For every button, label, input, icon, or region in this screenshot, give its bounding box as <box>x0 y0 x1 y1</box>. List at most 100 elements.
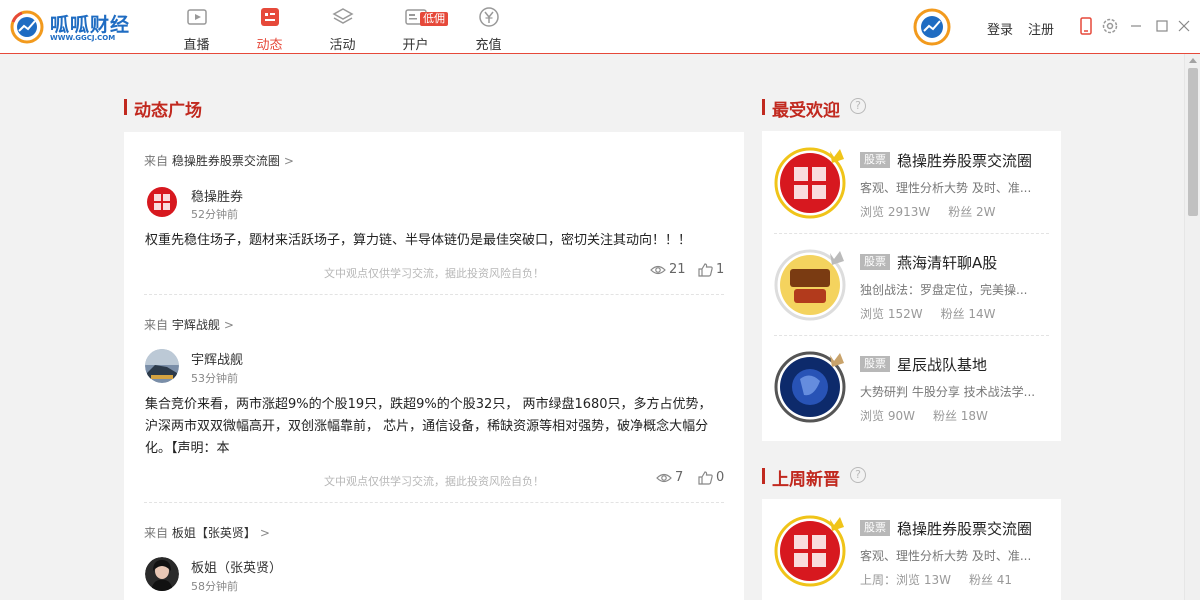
new-week-item[interactable]: 股票 稳操胜券股票交流圈 客观、理性分析大势 及时、准... 上周：浏览 13W… <box>774 499 1049 600</box>
feed-post: 来自 宇辉战舰 > 宇辉战舰 53分钟前 集合竞价来看，两市涨超9%的个股19只，… <box>144 316 724 503</box>
view-stat: 上周：浏览 13W <box>860 573 951 587</box>
group-avatar <box>774 249 846 321</box>
like-count-value: 0 <box>716 470 725 485</box>
view-count-value: 7 <box>675 470 684 485</box>
chevron-right-icon: > <box>259 526 270 540</box>
group-desc: 客观、理性分析大势 及时、准... <box>860 181 1032 195</box>
low-commission-badge: 低佣 <box>420 12 448 26</box>
eye-icon <box>650 265 666 274</box>
view-count: 21 <box>650 262 686 277</box>
avatar[interactable] <box>145 185 179 219</box>
chevron-right-icon: > <box>283 154 294 168</box>
post-text[interactable]: 集合竞价来看，两市涨超9%的个股19只，跌超9%的个股32只， 两市绿盘1680… <box>145 394 715 460</box>
post-divider <box>144 502 724 503</box>
minimize-icon[interactable] <box>1126 16 1146 36</box>
nav-label: 开户 <box>402 38 429 53</box>
login-link[interactable]: 登录 <box>987 19 1013 38</box>
view-stat: 浏览 90W <box>860 409 915 423</box>
nav-item-activity[interactable]: 活动 <box>306 0 379 54</box>
group-stats: 上周：浏览 13W 粉丝 41 <box>860 571 1030 588</box>
view-stat: 浏览 152W <box>860 307 923 321</box>
popular-item[interactable]: 股票 稳操胜券股票交流圈 客观、理性分析大势 及时、准... 浏览 2913W 粉… <box>774 131 1049 233</box>
maximize-icon[interactable] <box>1152 16 1172 36</box>
gear-icon[interactable] <box>1100 16 1120 36</box>
group-desc: 大势研判 牛股分享 技术战法学... <box>860 385 1036 399</box>
user-avatar[interactable] <box>913 8 951 46</box>
logo-icon <box>10 10 44 44</box>
fans-stat: 粉丝 2W <box>948 205 996 219</box>
group-stats: 浏览 152W 粉丝 14W <box>860 305 1014 322</box>
nav-label: 充值 <box>475 38 502 53</box>
author-name[interactable]: 稳操胜券 <box>191 186 243 205</box>
post-time: 53分钟前 <box>191 372 238 385</box>
main-nav: 直播 动态 活动 开户 充值 <box>160 0 525 54</box>
category-tag: 股票 <box>860 254 890 270</box>
register-link[interactable]: 注册 <box>1028 19 1054 38</box>
from-prefix: 来自 <box>144 318 169 332</box>
scroll-thumb[interactable] <box>1188 68 1198 216</box>
group-desc: 客观、理性分析大势 及时、准... <box>860 549 1032 563</box>
popular-item[interactable]: 股票 星辰战队基地 大势研判 牛股分享 技术战法学... 浏览 90W 粉丝 18… <box>774 335 1049 437</box>
scroll-up-icon[interactable] <box>1189 58 1197 63</box>
help-icon[interactable]: ? <box>850 467 866 483</box>
post-source[interactable]: 来自 稳操胜券股票交流圈 > <box>144 152 294 169</box>
view-stat: 浏览 2913W <box>860 205 931 219</box>
close-icon[interactable] <box>1174 16 1194 36</box>
category-tag: 股票 <box>860 520 890 536</box>
nav-item-live[interactable]: 直播 <box>160 0 233 54</box>
feed-post: 来自 稳操胜券股票交流圈 > 稳操胜券 52分钟前 权重先稳住场子，题材来活跃场子… <box>144 152 724 296</box>
post-divider <box>144 294 724 295</box>
like-button[interactable]: 1 <box>698 262 724 277</box>
like-button[interactable]: 0 <box>698 470 724 485</box>
nav-item-account[interactable]: 开户 <box>379 0 452 54</box>
category-tag: 股票 <box>860 152 890 168</box>
popular-item[interactable]: 股票 燕海清轩聊A股 独创战法：罗盘定位，完美操... 浏览 152W 粉丝 14… <box>774 233 1049 335</box>
feed-post: 来自 板姐【张英贤】 > 板姐（张英贤） 58分钟前 <box>144 524 724 600</box>
like-count-value: 1 <box>716 262 725 277</box>
yen-coin-icon <box>478 7 499 27</box>
author-name[interactable]: 板姐（张英贤） <box>191 557 282 576</box>
group-avatar <box>774 147 846 219</box>
new-week-card: 股票 稳操胜券股票交流圈 客观、理性分析大势 及时、准... 上周：浏览 13W… <box>762 499 1061 600</box>
group-name: 燕海清轩聊A股 <box>897 254 998 272</box>
popular-section-title: 最受欢迎 <box>762 96 840 121</box>
category-tag: 股票 <box>860 356 890 372</box>
layers-icon <box>331 8 354 24</box>
nav-label: 直播 <box>183 38 210 53</box>
logo-text: 呱呱财经 <box>50 14 131 36</box>
chevron-right-icon: > <box>223 318 234 332</box>
group-name: 稳操胜券股票交流圈 <box>897 520 1033 538</box>
from-prefix: 来自 <box>144 154 169 168</box>
group-name: 星辰战队基地 <box>897 356 988 374</box>
view-count-value: 21 <box>669 262 686 277</box>
post-source[interactable]: 来自 宇辉战舰 > <box>144 316 234 333</box>
group-avatar <box>774 351 846 423</box>
disclaimer: 文中观点仅供学习交流，据此投资风险自负！ <box>324 475 544 488</box>
vertical-scrollbar[interactable] <box>1184 54 1200 600</box>
nav-label: 动态 <box>256 38 283 53</box>
group-stats: 浏览 2913W 粉丝 2W <box>860 203 1014 220</box>
thumbs-up-icon <box>698 470 713 485</box>
popular-card: 股票 稳操胜券股票交流圈 客观、理性分析大势 及时、准... 浏览 2913W 粉… <box>762 131 1061 441</box>
post-text[interactable]: 权重先稳住场子，题材来活跃场子，算力链、半导体链仍是最佳突破口，密切关注其动向！… <box>145 230 715 252</box>
post-time: 52分钟前 <box>191 208 238 221</box>
author-name[interactable]: 宇辉战舰 <box>191 349 243 368</box>
avatar[interactable] <box>145 349 179 383</box>
app-logo[interactable]: 呱呱财经 WWW.GGCJ.COM <box>10 8 130 46</box>
news-icon <box>260 8 279 26</box>
nav-item-recharge[interactable]: 充值 <box>452 0 525 54</box>
tv-icon <box>186 9 207 25</box>
from-prefix: 来自 <box>144 526 169 540</box>
group-desc: 独创战法：罗盘定位，完美操... <box>860 283 1028 297</box>
mobile-icon[interactable] <box>1076 16 1096 36</box>
logo-url: WWW.GGCJ.COM <box>50 34 116 42</box>
post-source[interactable]: 来自 板姐【张英贤】 > <box>144 524 270 541</box>
nav-item-feed[interactable]: 动态 <box>233 0 306 54</box>
avatar[interactable] <box>145 557 179 591</box>
post-time: 58分钟前 <box>191 580 238 593</box>
group-avatar <box>774 515 846 587</box>
source-name: 稳操胜券股票交流圈 <box>171 154 280 168</box>
source-name: 宇辉战舰 <box>171 318 220 332</box>
source-name: 板姐【张英贤】 <box>171 526 256 540</box>
help-icon[interactable]: ? <box>850 98 866 114</box>
